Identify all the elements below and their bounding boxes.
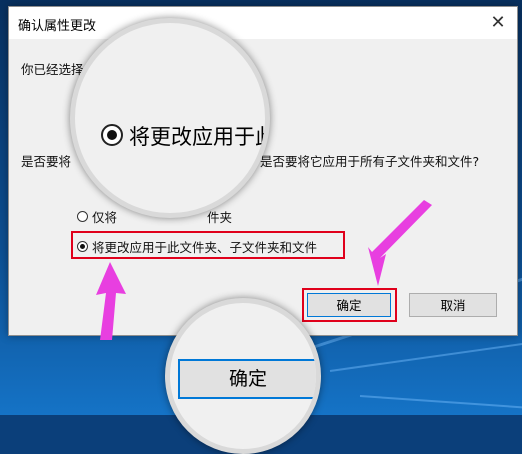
arrow-down-to-ok xyxy=(368,200,432,286)
annotation-arrows xyxy=(96,200,432,340)
arrow-up-to-option xyxy=(96,262,126,340)
